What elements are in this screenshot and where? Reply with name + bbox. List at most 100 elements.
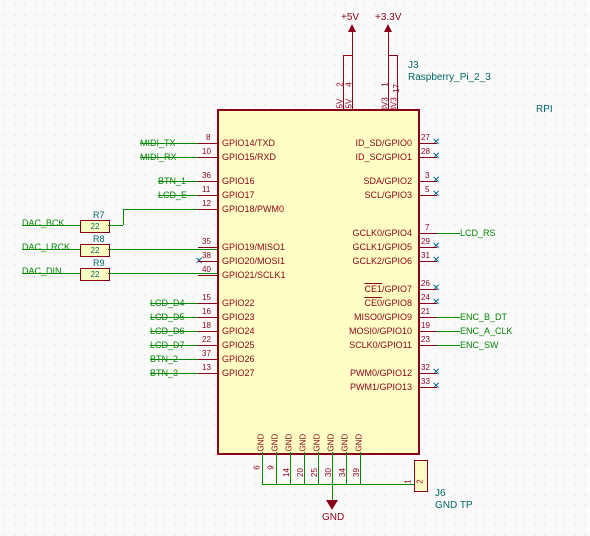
pin-gpio26: GPIO26	[222, 354, 255, 364]
pin-pwm0: PWM0/GPIO12	[350, 368, 412, 378]
pn-5: 5	[425, 185, 429, 194]
s8	[198, 275, 217, 276]
pin-4: 4	[345, 82, 354, 86]
net-enc-sw: ENC_SW	[460, 340, 499, 350]
wr8r	[108, 249, 217, 250]
s12	[198, 345, 217, 346]
j6-ref: J6	[435, 488, 446, 499]
pin-gpio27: GPIO27	[222, 368, 255, 378]
gw8	[360, 452, 361, 484]
gw2	[276, 452, 277, 484]
gw5	[318, 452, 319, 484]
net-enc-b: ENC_B_DT	[460, 312, 507, 322]
pn-26: 26	[421, 279, 430, 288]
ce0-rest: /GPIO8	[382, 298, 412, 308]
pin-gpio19: GPIO19/MISO1	[222, 242, 285, 252]
net-dac-bck: DAC_BCK	[22, 218, 65, 228]
pn-11: 11	[202, 185, 210, 194]
pin-2: 2	[336, 82, 345, 86]
s7	[198, 261, 217, 262]
r-s9	[418, 303, 437, 304]
wr7r	[108, 225, 123, 226]
pn-31: 31	[421, 251, 430, 260]
rpi-label: RPI	[536, 104, 553, 115]
pin-gpio22: GPIO22	[222, 298, 255, 308]
pn-28: 28	[421, 147, 430, 156]
pin-1: 1	[381, 82, 390, 86]
pin-gpio17: GPIO17	[222, 190, 255, 200]
gw1	[262, 452, 263, 484]
arrow-5v	[348, 24, 356, 32]
r8-ref: R8	[93, 234, 105, 244]
pin-miso0: MISO0/GPIO9	[354, 312, 412, 322]
s10	[198, 317, 217, 318]
j3-ref: J3	[408, 60, 419, 71]
wire-3v3-h	[388, 55, 398, 56]
s4	[198, 195, 217, 196]
wr7v	[123, 209, 124, 225]
s3	[198, 181, 217, 182]
pn-9: 9	[267, 465, 276, 469]
r7: 22	[80, 220, 110, 233]
pn-7: 7	[425, 223, 429, 232]
r-s14	[418, 387, 437, 388]
s14	[198, 373, 217, 374]
pn-37: 37	[202, 349, 211, 358]
r9: 22	[80, 268, 110, 281]
j3-name: Raspberry_Pi_2_3	[408, 72, 491, 83]
pn-36: 36	[202, 171, 211, 180]
gnd-l8: GND	[355, 434, 364, 452]
gw7	[346, 452, 347, 484]
pn-23: 23	[421, 335, 430, 344]
r-s4	[418, 195, 437, 196]
pin-gpio20: GPIO20/MOSI1	[222, 256, 285, 266]
s1	[198, 143, 217, 144]
r-s11	[418, 331, 437, 332]
pn-10: 10	[202, 147, 211, 156]
pin-pwm1: PWM1/GPIO13	[350, 382, 412, 392]
pn-16: 16	[202, 307, 211, 316]
pn-13: 13	[202, 363, 211, 372]
net-enc-a: ENC_A_CLK	[460, 326, 513, 336]
gnd-l4: GND	[299, 434, 308, 452]
pin-gpio14: GPIO14/TXD	[222, 138, 275, 148]
r7-ref: R7	[93, 210, 105, 220]
r-s13	[418, 373, 437, 374]
pn-32: 32	[421, 363, 430, 372]
pn-29: 29	[421, 237, 430, 246]
r-s7	[418, 261, 437, 262]
gnd-symbol	[326, 500, 338, 510]
power-3v3: +3.3V	[375, 12, 401, 23]
pin-gpio18: GPIO18/PWM0	[222, 204, 284, 214]
pin-3v3-label1: 3V3	[381, 97, 390, 111]
r-s10	[418, 317, 437, 318]
pin-gpio15: GPIO15/RXD	[222, 152, 276, 162]
gnd-l6: GND	[327, 434, 336, 452]
pn-35: 35	[202, 237, 211, 246]
wr8l	[22, 249, 80, 250]
j6-2: 2	[416, 479, 425, 483]
pin-gclk1: GCLK1/GPIO5	[352, 242, 412, 252]
gnd-l2: GND	[271, 434, 280, 452]
r-s2	[418, 157, 437, 158]
wr9r	[108, 273, 217, 274]
r-s3	[418, 181, 437, 182]
pin-17: 17	[392, 84, 401, 93]
ce0-ov: CE0	[364, 298, 382, 308]
s9	[198, 303, 217, 304]
pin-3v3-label2: 3V3	[390, 97, 399, 111]
pin-gclk2: GCLK2/GPIO6	[352, 256, 412, 266]
pn-19: 19	[421, 321, 430, 330]
gw3	[290, 452, 291, 484]
pn-8: 8	[206, 133, 210, 142]
r8: 22	[80, 244, 110, 257]
gnd-text: GND	[322, 512, 344, 523]
pn-22: 22	[202, 335, 211, 344]
pin-gpio16: GPIO16	[222, 176, 255, 186]
pn-21: 21	[421, 307, 430, 316]
pn-15: 15	[202, 293, 211, 302]
pin-gclk0: GCLK0/GPIO4	[352, 228, 412, 238]
j6-body	[414, 460, 428, 492]
pn-18: 18	[202, 321, 211, 330]
s2	[198, 157, 217, 158]
